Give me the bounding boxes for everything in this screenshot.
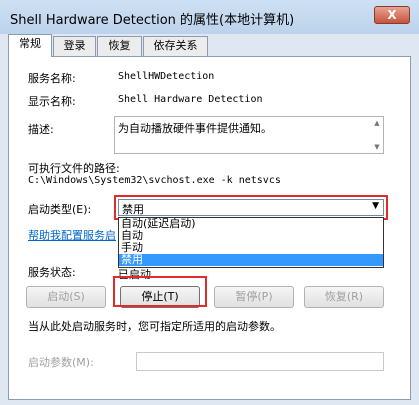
tab-recovery[interactable]: 恢复	[97, 36, 142, 56]
start-button[interactable]: 启动(S)	[26, 286, 106, 308]
close-icon: X	[387, 8, 397, 22]
scroll-up-icon[interactable]: ▲	[372, 118, 382, 128]
properties-dialog: Shell Hardware Detection 的属性(本地计算机) X 常规…	[0, 0, 419, 405]
service-name-value: ShellHWDetection	[118, 71, 215, 82]
startup-type-label: 启动类型(E):	[28, 203, 92, 216]
path-label: 可执行文件的路径:	[28, 162, 120, 175]
description-text: 为自动播放硬件事件提供通知。	[118, 122, 272, 135]
description-label: 描述:	[28, 123, 54, 136]
tab-logon[interactable]: 登录	[53, 36, 96, 56]
scroll-down-icon[interactable]: ▼	[372, 142, 382, 152]
title-bar[interactable]: Shell Hardware Detection 的属性(本地计算机) X	[0, 0, 419, 34]
start-params-input[interactable]	[136, 352, 384, 371]
start-params-label: 启动参数(M):	[28, 356, 94, 369]
service-name-label: 服务名称:	[28, 72, 76, 85]
window-title: Shell Hardware Detection 的属性(本地计算机)	[10, 13, 295, 28]
display-name-label: 显示名称:	[28, 95, 76, 108]
display-name-value: Shell Hardware Detection	[118, 94, 263, 105]
path-value: C:\Windows\System32\svchost.exe -k netsv…	[28, 175, 281, 186]
close-button[interactable]: X	[374, 6, 410, 24]
option-auto-delayed[interactable]: 自动(延迟启动)	[119, 218, 383, 230]
highlight-stop-button	[113, 276, 207, 307]
tab-dependencies[interactable]: 依存关系	[143, 36, 208, 56]
start-params-note: 当从此处启动服务时，您可指定所适用的启动参数。	[28, 320, 281, 333]
pause-button[interactable]: 暂停(P)	[214, 286, 294, 308]
description-box[interactable]: 为自动播放硬件事件提供通知。 ▲ ▼	[114, 116, 384, 154]
option-disabled[interactable]: 禁用	[119, 254, 383, 266]
service-status-label: 服务状态:	[28, 266, 76, 279]
tab-general[interactable]: 常规	[8, 34, 52, 57]
option-manual[interactable]: 手动	[119, 242, 383, 254]
resume-button[interactable]: 恢复(R)	[304, 286, 384, 308]
startup-type-dropdown: 自动(延迟启动) 自动 手动 禁用	[118, 217, 384, 268]
option-auto[interactable]: 自动	[119, 230, 383, 242]
help-configure-link[interactable]: 帮助我配置服务启	[28, 227, 116, 243]
